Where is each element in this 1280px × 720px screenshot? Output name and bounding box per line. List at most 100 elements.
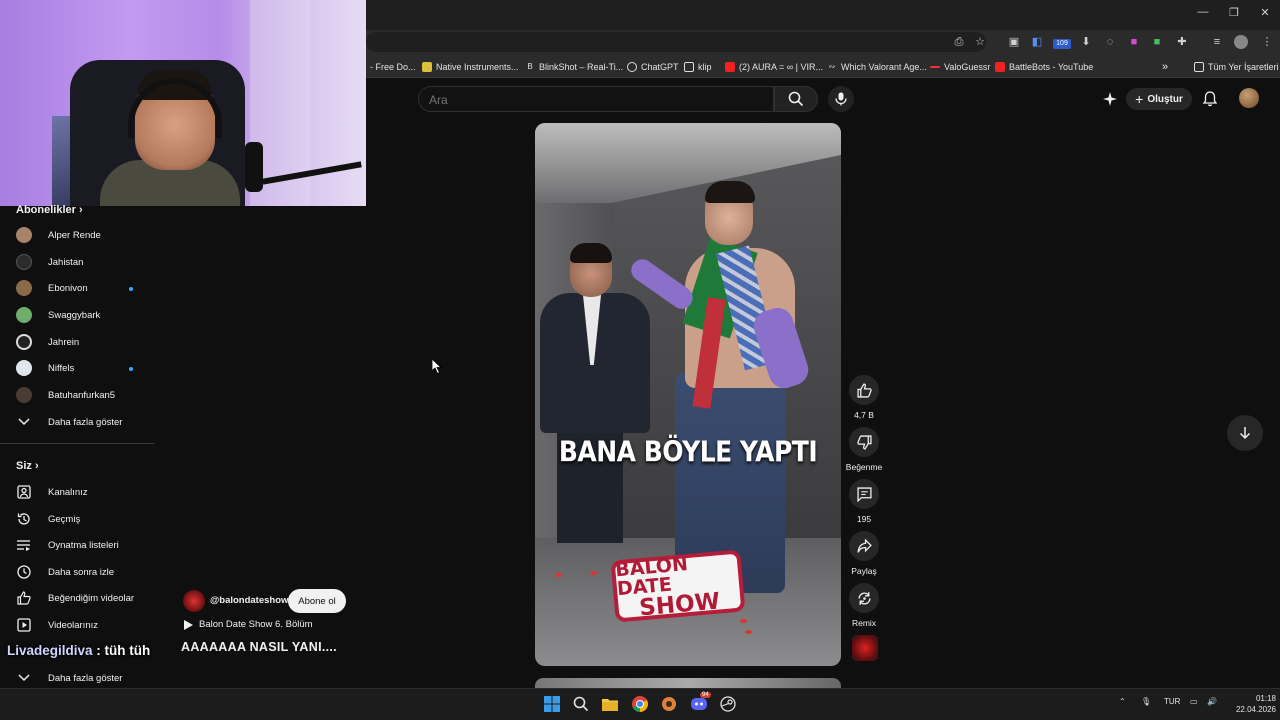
channel-avatar — [16, 387, 32, 403]
chat-text: : tüh tüh — [92, 643, 151, 658]
arrow-down-icon — [1239, 427, 1251, 440]
puzzle-extensions-icon[interactable]: ✚ — [1175, 35, 1189, 49]
volume-icon[interactable]: 🔊 — [1207, 697, 1217, 706]
sidebar-item-watch-later[interactable]: Daha sonra izle — [16, 561, 156, 583]
account-avatar[interactable] — [1239, 88, 1259, 108]
share-button[interactable] — [849, 531, 879, 561]
comments-button[interactable] — [849, 479, 879, 509]
subscribe-button[interactable]: Abone ol — [288, 589, 346, 613]
webcam-overlay — [0, 0, 366, 206]
browser-menu-icon[interactable]: ⋮ — [1260, 35, 1274, 49]
color-extension-icon[interactable]: ■ — [1127, 35, 1141, 49]
address-bar[interactable] — [366, 32, 986, 52]
bookmark-star-icon[interactable]: ☆ — [973, 35, 987, 49]
search-icon[interactable] — [572, 695, 590, 713]
sidebar-item-channel[interactable]: Kanalınız — [16, 481, 156, 503]
circle-extension-icon[interactable]: ◌ — [1103, 35, 1117, 49]
remix-icon — [857, 591, 871, 605]
network-icon[interactable]: ▭ — [1190, 697, 1198, 706]
sidebar-item-playlists[interactable]: Oynatma listeleri — [16, 534, 156, 556]
channel-avatar — [16, 254, 32, 270]
profile-avatar-icon[interactable] — [1234, 35, 1248, 49]
show-more-subscriptions[interactable]: Daha fazla göster — [16, 411, 156, 433]
chrome-icon[interactable] — [631, 695, 649, 713]
new-content-dot — [129, 287, 133, 291]
install-app-icon[interactable]: ⎙ — [952, 35, 966, 49]
channel-name[interactable]: @balondateshow — [210, 595, 288, 606]
blinkshot-icon: B — [527, 62, 533, 71]
create-button[interactable]: + Oluştur — [1126, 88, 1192, 110]
bookmark-item[interactable]: - Free Do... — [370, 60, 416, 74]
like-count: 4,7 B — [854, 410, 874, 420]
app-icon[interactable] — [660, 695, 678, 713]
restore-button[interactable]: ❐ — [1219, 6, 1249, 22]
extension-icon[interactable]: ▣ — [1007, 35, 1021, 49]
playlist-link[interactable]: Balon Date Show 6. Bölüm — [183, 619, 313, 630]
tray-mic-icon[interactable]: 🎙 — [1141, 697, 1151, 706]
minimize-button[interactable]: — — [1188, 6, 1218, 22]
search-icon — [788, 91, 804, 107]
next-short-preview[interactable] — [535, 678, 841, 688]
subscriptions-header[interactable]: Abonelikler › — [16, 204, 83, 216]
subscription-item[interactable]: Ebonivon — [16, 277, 156, 299]
more-bookmarks-button[interactable]: » — [1162, 60, 1168, 74]
sidebar-item-history[interactable]: Geçmiş — [16, 508, 156, 530]
language-indicator[interactable]: TUR — [1164, 697, 1180, 706]
bookmark-item[interactable]: BattleBots - YouTube — [995, 60, 1093, 74]
extension-badge[interactable]: 109 — [1053, 39, 1071, 49]
chevron-right-icon: › — [34, 460, 39, 472]
file-explorer-icon[interactable] — [601, 695, 619, 713]
subscription-item[interactable]: Batuhanfurkan5 — [16, 384, 156, 406]
channel-avatar — [16, 334, 32, 350]
comment-icon — [856, 486, 872, 502]
channel-avatar — [16, 360, 32, 376]
channel-avatar[interactable] — [183, 590, 205, 612]
bookmark-item[interactable]: B BlinkShot – Real-Ti... — [525, 60, 623, 74]
all-bookmarks-button[interactable]: Tüm Yer İşaretleri — [1194, 60, 1279, 74]
show-more-you[interactable]: Daha fazla göster — [16, 667, 156, 689]
bookmark-item[interactable]: (2) AURA = ∞ | VIR... — [725, 60, 823, 74]
close-window-button[interactable]: ✕ — [1250, 6, 1280, 22]
green-extension-icon[interactable]: ■ — [1150, 35, 1164, 49]
search-input[interactable] — [429, 92, 759, 108]
remix-button[interactable] — [849, 583, 879, 613]
chatgpt-icon — [627, 62, 637, 72]
dislike-button[interactable] — [849, 427, 879, 457]
like-button[interactable] — [849, 375, 879, 405]
clock-time: 01:18 — [1255, 694, 1276, 703]
dislike-label: Beğenme — [845, 462, 883, 472]
subscription-item[interactable]: Niffels — [16, 357, 156, 379]
sidebar-item-your-videos[interactable]: Videolarınız — [16, 614, 156, 636]
bookmark-item[interactable]: klip — [684, 60, 712, 74]
subscription-item[interactable]: Alper Rende — [16, 224, 156, 246]
steam-icon[interactable] — [719, 695, 737, 713]
bookmark-item[interactable]: ∾ Which Valorant Age... — [827, 60, 927, 74]
you-header[interactable]: Siz › — [16, 460, 39, 472]
playlists-icon — [16, 537, 32, 553]
media-controls-icon[interactable]: ≡ — [1210, 35, 1224, 49]
short-title[interactable]: AAAAAAA NASIL YANI.... — [181, 640, 337, 654]
short-video-player[interactable]: BANA BÖYLE YAPTI BALON DATE SHOW — [535, 123, 841, 666]
microphone-icon — [835, 92, 847, 106]
gemini-sparkle-icon[interactable] — [1102, 91, 1118, 107]
voice-search-button[interactable] — [828, 86, 854, 112]
audio-source-thumbnail[interactable] — [852, 635, 878, 661]
subscription-item[interactable]: Jahistan — [16, 251, 156, 273]
bookmark-item[interactable]: ValoGuessr — [930, 60, 990, 74]
bookmark-item[interactable]: ChatGPT — [627, 60, 679, 74]
sidebar-divider — [0, 443, 154, 444]
play-square-icon — [16, 617, 32, 633]
notifications-bell-icon[interactable] — [1202, 91, 1218, 107]
search-button[interactable] — [774, 86, 818, 112]
bookmark-item[interactable]: Native Instruments... — [422, 60, 519, 74]
subscription-item[interactable]: Swaggybark — [16, 304, 156, 326]
translate-extension-icon[interactable]: ◧ — [1030, 35, 1044, 49]
download-extension-icon[interactable]: ⬇ — [1079, 35, 1093, 49]
subscription-item[interactable]: Jahrein — [16, 331, 156, 353]
discord-badge: 94 — [700, 692, 711, 698]
tray-overflow-icon[interactable]: ⌃ — [1119, 697, 1126, 706]
taskbar-clock[interactable]: 01:18 22.04.2026 — [1220, 693, 1276, 715]
next-short-button[interactable] — [1227, 415, 1263, 451]
windows-start-icon[interactable] — [543, 695, 561, 713]
sidebar-item-liked-videos[interactable]: Beğendiğim videolar — [16, 587, 156, 609]
